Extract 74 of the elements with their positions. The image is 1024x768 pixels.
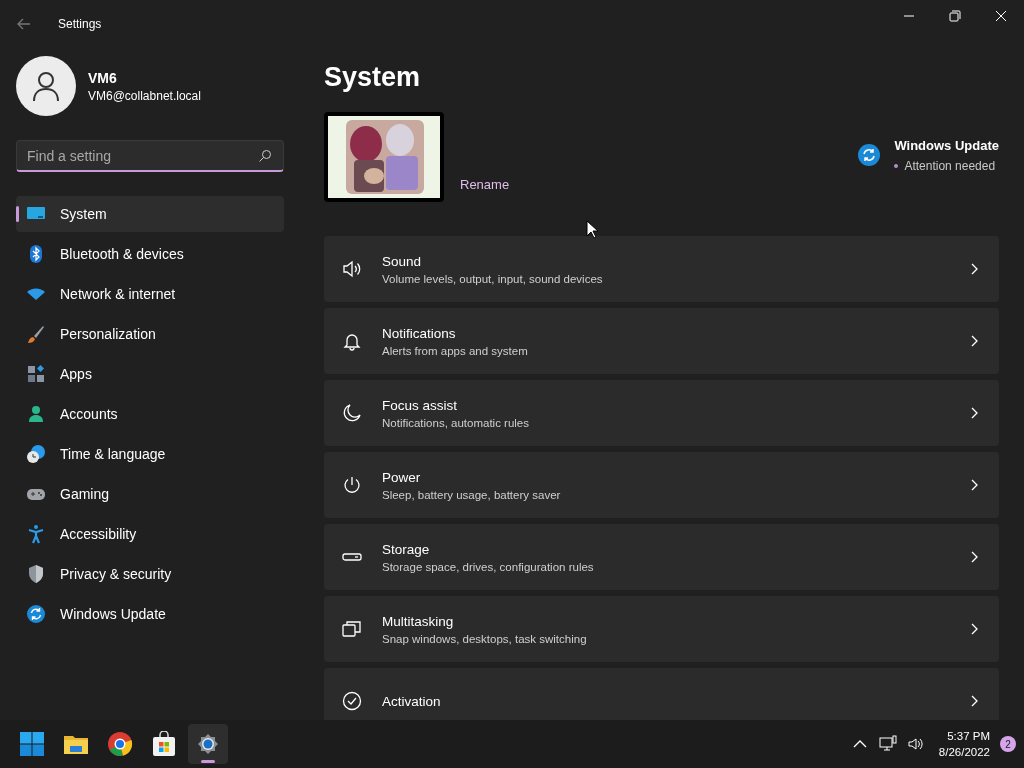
search-icon [258,149,272,163]
windows-icon [342,619,362,639]
chevron-right-icon [969,695,979,707]
sidebar-item[interactable]: Network & internet [16,276,284,312]
card-description: Notifications, automatic rules [382,416,530,429]
chevron-right-icon [969,263,979,275]
sidebar-item[interactable]: Accessibility [16,516,284,552]
accessibility-icon [26,524,46,544]
network-icon[interactable] [878,735,897,753]
brush-icon [26,324,46,344]
chevron-right-icon [969,407,979,419]
page-title: System [324,62,422,93]
card-description: Snap windows, desktops, task switching [382,632,588,645]
sidebar-item[interactable]: System [16,196,284,232]
update-status: Attention needed [904,159,996,173]
settings-card[interactable]: Focus assist Notifications, automatic rules [324,380,999,446]
back-icon[interactable] [16,16,32,32]
card-title: Notifications [382,325,457,341]
update-title[interactable]: Windows Update [894,138,999,153]
settings-card[interactable]: Sound Volume levels, output, input, sound devices [324,236,999,302]
power-icon [342,475,362,495]
user-name: VM6 [88,69,118,86]
chevron-right-icon [969,623,979,635]
settings-card[interactable]: Storage Storage space, drives, configuration rules [324,524,999,590]
card-description: Sleep, battery usage, battery saver [382,488,562,501]
clock-date: 8/26/2022 [938,745,990,760]
settings-card[interactable]: Activation [324,668,999,720]
restore-icon[interactable] [949,10,961,22]
sidebar-item[interactable]: Windows Update [16,596,284,632]
shield-icon [26,564,46,584]
clock[interactable]: 5:37 PM 8/26/2022 [938,728,990,760]
settings-card[interactable]: Notifications Alerts from apps and system [324,308,999,374]
status-dot [894,164,899,168]
chevron-right-icon [969,335,979,347]
clock-time: 5:37 PM [946,729,990,744]
card-title: Activation [382,693,442,709]
sidebar-item[interactable]: Apps [16,356,284,392]
sidebar-item[interactable]: Gaming [16,476,284,512]
clock-globe-icon [26,444,46,464]
sidebar-item[interactable]: Time & language [16,436,284,472]
user-email: VM6@collabnet.local [88,88,201,103]
card-title: Sound [382,253,423,269]
sync-icon [26,604,46,624]
card-title: Focus assist [382,397,459,413]
rename-link[interactable]: Rename [460,177,510,192]
card-title: Power [382,469,422,485]
bell-icon [342,331,362,351]
close-icon[interactable] [995,10,1007,22]
pointer-icon [586,220,598,239]
moon-icon [342,403,362,423]
card-title: Storage [382,541,431,557]
card-description: Storage space, drives, configuration rules [382,560,595,573]
sync-icon[interactable] [858,144,881,166]
card-title: Multitasking [382,613,455,629]
sidebar-item[interactable]: Bluetooth & devices [16,236,284,272]
chevron-right-icon [969,551,979,563]
speaker-icon [342,259,362,279]
chevron-right-icon [969,479,979,491]
checkmark-icon [342,691,362,711]
person-icon [26,404,46,424]
avatar[interactable] [16,56,76,116]
apps-icon [26,364,46,384]
card-description: Alerts from apps and system [382,344,529,357]
settings-card[interactable]: Power Sleep, battery usage, battery saver [324,452,999,518]
gear-icon[interactable] [188,724,228,764]
settings-card[interactable]: Multitasking Snap windows, desktops, task switching [324,596,999,662]
sidebar-item[interactable]: Personalization [16,316,284,352]
volume-icon[interactable] [906,735,925,753]
sidebar-item[interactable]: Privacy & security [16,556,284,592]
sidebar-item[interactable]: Accounts [16,396,284,432]
search-field[interactable]: Find a setting [16,140,284,172]
card-description: Volume levels, output, input, sound devices [382,272,604,285]
notification-badge[interactable]: 2 [1000,736,1016,752]
window-title: Settings [58,17,102,31]
